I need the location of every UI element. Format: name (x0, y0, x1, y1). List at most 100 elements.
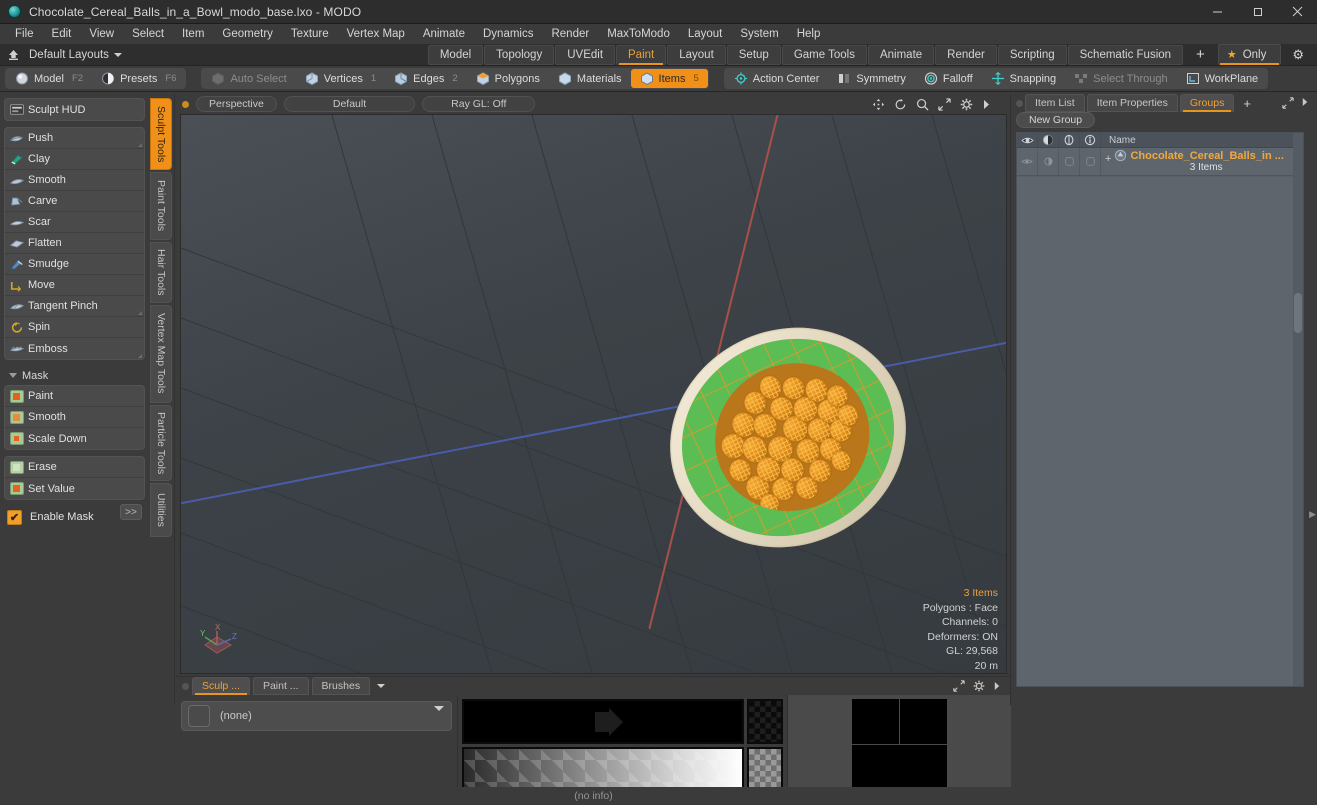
row-info-toggle[interactable] (1080, 148, 1101, 175)
chevron-down-icon[interactable] (377, 684, 386, 688)
mask-tool-erase[interactable]: Erase (5, 457, 144, 478)
more-icon[interactable] (993, 681, 1001, 691)
sculpt-tool-scar[interactable]: Scar (5, 212, 144, 233)
right-tab-item-properties[interactable]: Item Properties (1086, 94, 1178, 112)
bottom-tab-sculpt[interactable]: Sculp ... (192, 677, 250, 695)
home-icon[interactable] (4, 48, 22, 61)
vtab-utilities[interactable]: Utilities (150, 482, 172, 537)
mode-button-items[interactable]: Items 5 (630, 69, 708, 88)
mode-button-symmetry[interactable]: Symmetry (828, 69, 915, 88)
mode-button-edges[interactable]: Edges 2 (385, 69, 467, 88)
right-panel-menu-dot-icon[interactable] (1016, 99, 1023, 107)
menu-item-texture[interactable]: Texture (282, 26, 338, 42)
mode-button-vertices[interactable]: Vertices 1 (296, 69, 385, 88)
fit-icon[interactable] (938, 97, 951, 111)
mask-tool-set-value[interactable]: Set Value (5, 478, 144, 499)
sculpt-tool-spin[interactable]: Spin (5, 317, 144, 338)
new-group-button[interactable]: New Group (1016, 112, 1096, 128)
sculpt-tool-push[interactable]: Push (5, 128, 144, 149)
close-icon[interactable] (1277, 0, 1317, 24)
menu-item-item[interactable]: Item (173, 26, 213, 42)
menu-item-file[interactable]: File (6, 26, 43, 42)
maximize-icon[interactable] (1237, 0, 1277, 24)
gear-icon[interactable]: ⚙ (1283, 47, 1313, 63)
more-icon[interactable] (982, 99, 991, 110)
mode-button-select-through[interactable]: Select Through (1065, 69, 1176, 88)
expand-icon[interactable] (953, 680, 965, 692)
table-row[interactable]: + Chocolate_Cereal_Balls_in ... 3 Items (1017, 148, 1303, 176)
layout-tab-model[interactable]: Model (427, 44, 484, 65)
left-splitter[interactable] (174, 94, 175, 705)
menu-item-render[interactable]: Render (542, 26, 598, 42)
layout-tab-scripting[interactable]: Scripting (997, 44, 1067, 65)
menu-item-view[interactable]: View (80, 26, 123, 42)
mask-tool-scale-down[interactable]: Scale Down (5, 428, 144, 449)
layout-tab-uvedit[interactable]: UVEdit (555, 44, 616, 65)
layout-tab-render[interactable]: Render (935, 44, 997, 65)
column-info[interactable] (1080, 133, 1101, 147)
gear-icon[interactable] (973, 680, 985, 692)
menu-item-edit[interactable]: Edit (43, 26, 81, 42)
menu-item-maxtomodo[interactable]: MaxToModo (598, 26, 679, 42)
layout-tab-paint[interactable]: Paint (616, 44, 667, 65)
viewport-pill-default[interactable]: Default (283, 96, 416, 112)
bottom-panel-menu-dot-icon[interactable] (182, 682, 189, 690)
column-visibility[interactable] (1017, 133, 1038, 147)
mask-tool-smooth[interactable]: Smooth (5, 407, 144, 428)
layout-tab-schematic-fusion[interactable]: Schematic Fusion (1067, 44, 1184, 65)
menu-item-animate[interactable]: Animate (414, 26, 474, 42)
viewport-pill-perspective[interactable]: Perspective (196, 96, 277, 112)
brush-select-dropdown[interactable]: (none) (181, 701, 452, 731)
bottom-tab-paint[interactable]: Paint ... (252, 677, 309, 695)
sculpt-tool-move[interactable]: Move (5, 275, 144, 296)
expand-icon[interactable] (1282, 97, 1294, 109)
column-shading[interactable] (1059, 133, 1080, 147)
row-expander[interactable]: + (1105, 149, 1111, 166)
menu-item-dynamics[interactable]: Dynamics (474, 26, 542, 42)
menu-item-geometry[interactable]: Geometry (213, 26, 282, 42)
row-visibility-toggle[interactable] (1017, 148, 1038, 175)
right-panel-collapse-arrow[interactable]: ▶ (1309, 509, 1316, 520)
layout-tab-topology[interactable]: Topology (484, 44, 555, 65)
axis-gizmo[interactable]: Y X Z (197, 623, 241, 663)
brush-gradient-checker[interactable] (747, 747, 783, 792)
sculpt-tool-tangent-pinch[interactable]: Tangent Pinch (5, 296, 144, 317)
groups-tree-empty-area[interactable] (1017, 177, 1303, 686)
viewport-menu-dot-icon[interactable] (182, 100, 189, 108)
sculpt-tool-smudge[interactable]: Smudge (5, 254, 144, 275)
sculpt-tool-flatten[interactable]: Flatten (5, 233, 144, 254)
mode-button-polygons[interactable]: Polygons (467, 69, 549, 88)
sculpt-tool-clay[interactable]: Clay (5, 149, 144, 170)
menu-item-help[interactable]: Help (788, 26, 830, 42)
vtab-hair-tools[interactable]: Hair Tools (150, 242, 172, 303)
column-render[interactable] (1038, 133, 1059, 147)
add-right-tab-button[interactable]: + (1236, 96, 1258, 111)
mode-button-falloff[interactable]: Falloff (915, 69, 982, 88)
brush-shape-preview[interactable] (462, 699, 744, 744)
menu-item-vertex-map[interactable]: Vertex Map (338, 26, 414, 42)
bottom-tab-brushes[interactable]: Brushes (311, 677, 371, 695)
mode-button-model[interactable]: Model F2 (6, 69, 92, 88)
mode-button-action-center[interactable]: Action Center (725, 69, 829, 88)
sculpt-tool-carve[interactable]: Carve (5, 191, 144, 212)
more-icon[interactable] (1301, 97, 1309, 107)
only-toggle-button[interactable]: ★ Only (1217, 44, 1282, 65)
brush-gradient-preview[interactable] (462, 747, 744, 792)
row-render-toggle[interactable] (1038, 148, 1059, 175)
vtab-particle-tools[interactable]: Particle Tools (150, 404, 172, 481)
brush-shape-checker[interactable] (747, 699, 783, 744)
groups-tree-scrollbar[interactable] (1293, 133, 1303, 686)
menu-item-layout[interactable]: Layout (679, 26, 732, 42)
minimize-icon[interactable] (1197, 0, 1237, 24)
rotate-icon[interactable] (894, 98, 907, 111)
scrollbar-thumb[interactable] (1294, 293, 1302, 333)
mode-button-auto-select[interactable]: Auto Select (202, 69, 295, 88)
mask-tool-paint[interactable]: Paint (5, 386, 144, 407)
sculpt-tool-emboss[interactable]: Emboss (5, 338, 144, 359)
mode-button-materials[interactable]: Materials (549, 69, 631, 88)
vtab-paint-tools[interactable]: Paint Tools (150, 172, 172, 240)
zoom-icon[interactable] (916, 98, 929, 111)
right-tab-groups[interactable]: Groups (1179, 94, 1235, 112)
viewport-canvas[interactable]: Y X Z 3 Items Polygons : Face Channels: … (180, 114, 1007, 674)
mode-button-workplane[interactable]: WorkPlane (1177, 69, 1268, 88)
